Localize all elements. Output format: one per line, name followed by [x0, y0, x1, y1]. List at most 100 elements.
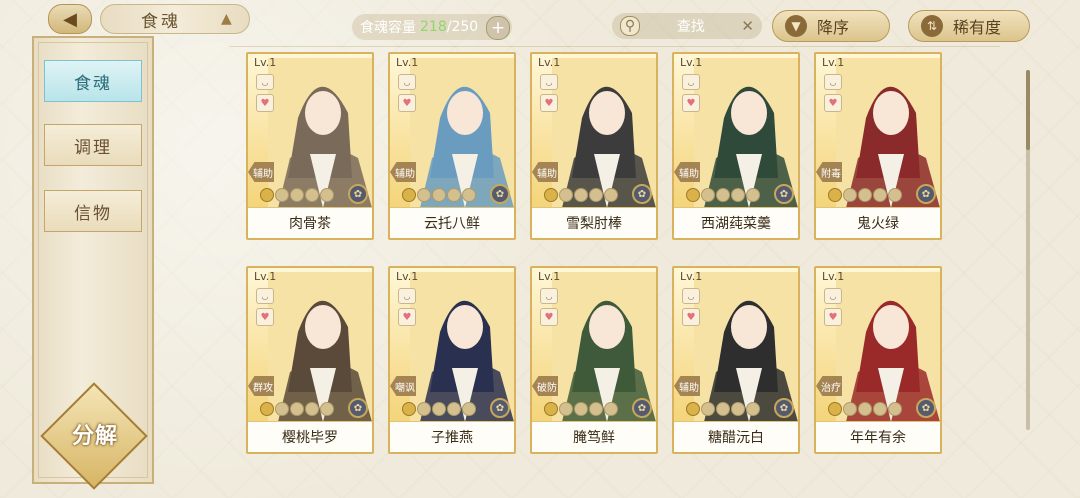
food-soul-card[interactable]: Lv.1 ◡ ♥ 治疗 ✿ 年年有余	[814, 266, 942, 454]
food-soul-card[interactable]: Lv.1 ◡ ♥ 辅助 ✿ 糖醋沅白	[672, 266, 800, 454]
card-name: 子推燕	[390, 421, 514, 452]
heart-icon: ♥	[824, 94, 842, 112]
rarity-emblem-icon: ✿	[348, 398, 368, 418]
star-icon	[828, 188, 842, 202]
star-rating	[544, 402, 618, 416]
food-soul-card[interactable]: Lv.1 ◡ ♥ 破防 ✿ 腌笃鲜	[530, 266, 658, 454]
star-rating	[828, 402, 902, 416]
rarity-emblem-icon: ✿	[632, 398, 652, 418]
level-label: Lv.1	[538, 56, 561, 69]
star-icon	[604, 188, 618, 202]
star-icon	[320, 402, 334, 416]
heart-icon: ♥	[256, 94, 274, 112]
star-icon	[260, 402, 274, 416]
star-rating	[402, 188, 476, 202]
food-soul-card[interactable]: Lv.1 ◡ ♥ 辅助 ✿ 西湖莼菜羹	[672, 52, 800, 240]
page-title: 食魂	[141, 11, 181, 32]
bowl-icon: ◡	[824, 74, 842, 90]
food-soul-card[interactable]: Lv.1 ◡ ♥ 嘲讽 ✿ 子推燕	[388, 266, 516, 454]
card-name: 雪梨肘棒	[532, 207, 656, 238]
card-name: 樱桃毕罗	[248, 421, 372, 452]
star-rating	[544, 188, 618, 202]
level-label: Lv.1	[254, 56, 277, 69]
role-badge: 辅助	[674, 376, 700, 396]
heart-icon: ♥	[682, 94, 700, 112]
star-icon	[559, 402, 573, 416]
star-icon	[402, 402, 416, 416]
star-icon	[589, 188, 603, 202]
card-name: 鬼火绿	[816, 207, 940, 238]
bowl-icon: ◡	[398, 288, 416, 304]
heart-icon: ♥	[540, 94, 558, 112]
star-icon	[746, 402, 760, 416]
star-icon	[432, 188, 446, 202]
card-name: 年年有余	[816, 421, 940, 452]
sort-field-button[interactable]: ⇅ 稀有度	[908, 10, 1030, 42]
star-icon	[828, 402, 842, 416]
star-icon	[701, 188, 715, 202]
top-bar: ◀ 食魂 ▲ 食魂容量 218 /250 + ⚲ 查找 ✕ ▼ 降序 ⇅ 稀有度	[0, 0, 1080, 46]
food-soul-grid: Lv.1 ◡ ♥ 辅助 ✿ 肉骨茶 Lv.1 ◡ ♥ 辅助 ✿ 云托八鲜 Lv.…	[246, 52, 942, 454]
star-icon	[290, 402, 304, 416]
star-icon	[447, 402, 461, 416]
star-icon	[574, 402, 588, 416]
scrollbar-thumb[interactable]	[1026, 70, 1030, 150]
star-icon	[559, 188, 573, 202]
sort-down-icon: ▼	[785, 15, 807, 37]
role-badge: 辅助	[248, 162, 274, 182]
heart-icon: ♥	[398, 94, 416, 112]
role-badge: 治疗	[816, 376, 842, 396]
star-rating	[260, 188, 334, 202]
level-label: Lv.1	[538, 270, 561, 283]
food-soul-card[interactable]: Lv.1 ◡ ♥ 辅助 ✿ 云托八鲜	[388, 52, 516, 240]
role-badge: 辅助	[532, 162, 558, 182]
side-tab-label: 食魂	[74, 73, 112, 94]
side-tab-token[interactable]: 信物	[44, 190, 142, 232]
add-capacity-button[interactable]: +	[486, 16, 510, 40]
bowl-icon: ◡	[256, 288, 274, 304]
bowl-icon: ◡	[682, 288, 700, 304]
search-box[interactable]: ⚲ 查找 ✕	[612, 13, 762, 39]
star-rating	[260, 402, 334, 416]
rarity-emblem-icon: ✿	[490, 398, 510, 418]
rarity-emblem-icon: ✿	[916, 184, 936, 204]
star-icon	[888, 188, 902, 202]
food-soul-card[interactable]: Lv.1 ◡ ♥ 群攻 ✿ 樱桃毕罗	[246, 266, 374, 454]
food-soul-card[interactable]: Lv.1 ◡ ♥ 辅助 ✿ 肉骨茶	[246, 52, 374, 240]
star-icon	[731, 188, 745, 202]
card-name: 云托八鲜	[390, 207, 514, 238]
clear-search-icon[interactable]: ✕	[741, 17, 754, 35]
heart-icon: ♥	[682, 308, 700, 326]
card-name: 肉骨茶	[248, 207, 372, 238]
bowl-icon: ◡	[398, 74, 416, 90]
star-icon	[888, 402, 902, 416]
bowl-icon: ◡	[256, 74, 274, 90]
sort-order-label: 降序	[817, 18, 850, 37]
star-rating	[686, 402, 760, 416]
side-tab-conditioning[interactable]: 调理	[44, 124, 142, 166]
role-badge: 破防	[532, 376, 558, 396]
level-label: Lv.1	[822, 56, 845, 69]
back-button[interactable]: ◀	[48, 4, 92, 34]
rarity-emblem-icon: ✿	[774, 398, 794, 418]
star-icon	[858, 402, 872, 416]
page-title-tab: 食魂 ▲	[100, 4, 250, 34]
star-rating	[828, 188, 902, 202]
level-label: Lv.1	[680, 56, 703, 69]
back-arrow-icon: ◀	[63, 8, 77, 30]
star-rating	[686, 188, 760, 202]
star-icon	[843, 188, 857, 202]
food-soul-card[interactable]: Lv.1 ◡ ♥ 辅助 ✿ 雪梨肘棒	[530, 52, 658, 240]
bowl-icon: ◡	[540, 74, 558, 90]
scrollbar[interactable]	[1026, 70, 1030, 430]
side-tab-food-soul[interactable]: 食魂	[44, 60, 142, 102]
star-icon	[432, 402, 446, 416]
top-divider	[230, 46, 1000, 47]
star-icon	[305, 188, 319, 202]
food-soul-card[interactable]: Lv.1 ◡ ♥ 附毒 ✿ 鬼火绿	[814, 52, 942, 240]
heart-icon: ♥	[540, 308, 558, 326]
bowl-icon: ◡	[540, 288, 558, 304]
star-icon	[402, 188, 416, 202]
heart-icon: ♥	[398, 308, 416, 326]
sort-order-button[interactable]: ▼ 降序	[772, 10, 890, 42]
